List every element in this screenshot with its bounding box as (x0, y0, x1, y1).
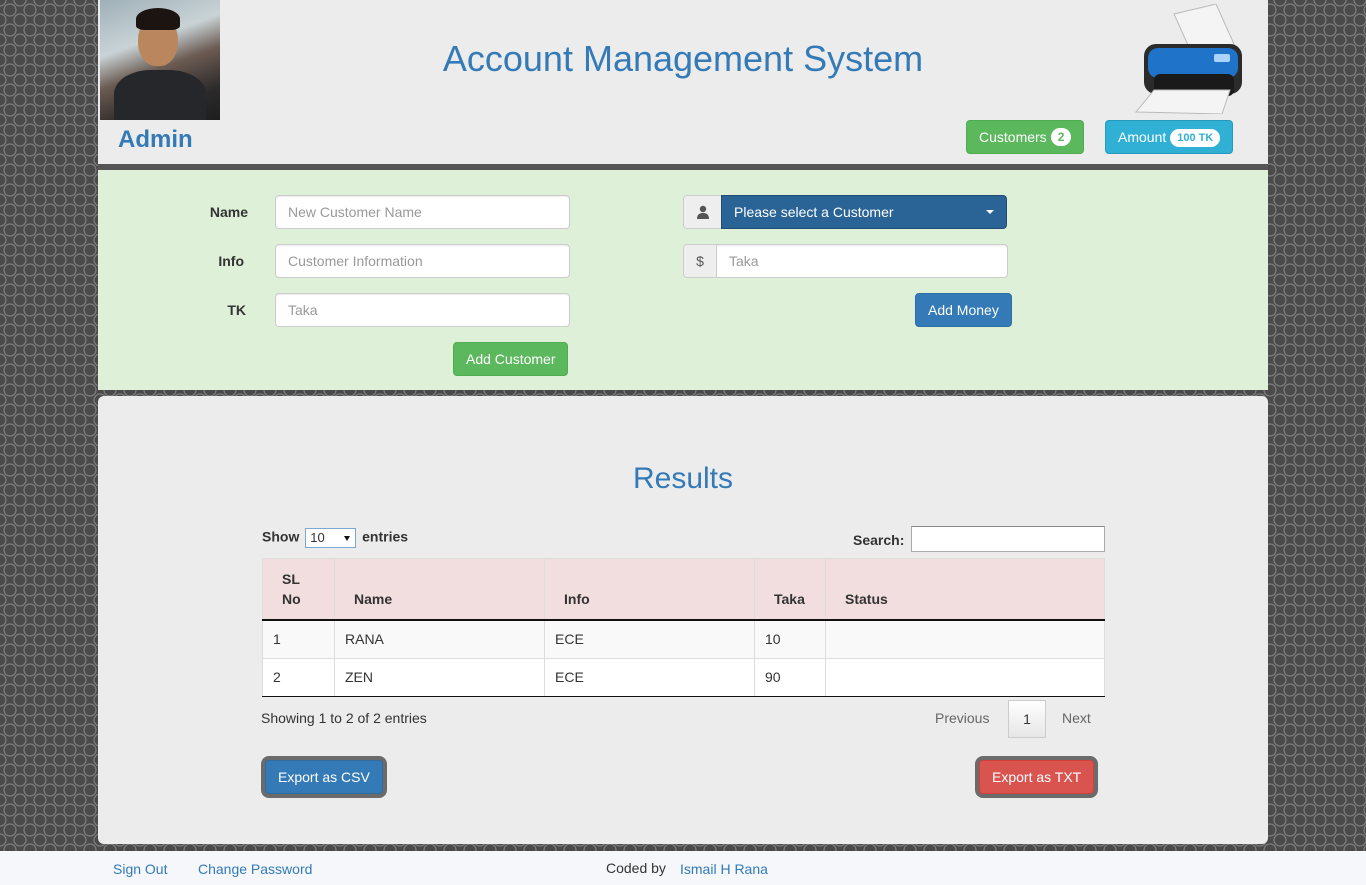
sign-out-link[interactable]: Sign Out (113, 861, 167, 877)
user-icon (683, 195, 722, 229)
search-label: Search: (853, 532, 905, 548)
change-password-link[interactable]: Change Password (198, 861, 312, 877)
table-info-text: Showing 1 to 2 of 2 entries (261, 710, 427, 726)
cell-sl: 2 (262, 657, 335, 697)
table-row: 2 ZEN ECE 90 (262, 657, 1105, 697)
page-size-select[interactable]: 10 (305, 528, 357, 548)
results-title: Results (632, 462, 734, 495)
cell-name: ZEN (334, 657, 545, 697)
export-txt-wrapper: Export as TXT (975, 756, 1099, 798)
search-input[interactable] (911, 526, 1105, 552)
customer-select[interactable]: Please select a Customer (721, 195, 1007, 229)
name-label: Name (209, 204, 248, 220)
page-size-control: Show 10 entries (262, 528, 408, 548)
customer-name-input[interactable] (275, 195, 570, 229)
header: Admin Account Management System Customer… (98, 0, 1268, 164)
add-customer-button[interactable]: Add Customer (453, 342, 569, 376)
taka-input[interactable] (275, 293, 570, 327)
results-table: SL No Name Info Taka Status 1 RANA ECE 1… (262, 558, 1105, 697)
cell-name: RANA (334, 619, 545, 659)
page-title: Account Management System (442, 38, 924, 79)
money-amount-input[interactable] (716, 244, 1008, 278)
cell-info: ECE (544, 657, 755, 697)
cell-taka: 90 (754, 657, 826, 697)
column-header-name[interactable]: Name (334, 558, 545, 621)
printer-icon[interactable] (1134, 4, 1250, 114)
add-money-button[interactable]: Add Money (915, 293, 1012, 327)
cell-status (825, 657, 1105, 697)
customer-form-panel: Name Info TK Add Customer Please select … (98, 170, 1268, 390)
amount-button[interactable]: Amount 100 TK (1105, 120, 1234, 154)
cell-sl: 1 (262, 619, 335, 659)
footer: Sign Out Change Password Coded by Ismail… (0, 851, 1366, 885)
cell-taka: 10 (754, 619, 826, 659)
customer-info-input[interactable] (275, 244, 570, 278)
dollar-icon: $ (683, 244, 717, 278)
user-label: Admin (118, 126, 193, 153)
author-link[interactable]: Ismail H Rana (680, 861, 768, 877)
customers-button[interactable]: Customers 2 (966, 120, 1085, 154)
info-label: Info (218, 253, 244, 269)
chevron-down-icon (986, 210, 994, 214)
column-header-sl[interactable]: SL No (262, 558, 335, 621)
previous-page-button[interactable]: Previous (935, 710, 989, 726)
export-csv-wrapper: Export as CSV (261, 756, 387, 798)
results-panel: Results Show 10 entries Search: SL No Na… (98, 396, 1268, 844)
customers-count-badge: 2 (1050, 128, 1072, 146)
export-csv-button[interactable]: Export as CSV (265, 760, 383, 794)
dropdown-arrow-icon (344, 536, 351, 541)
column-header-status[interactable]: Status (825, 558, 1105, 621)
export-txt-button[interactable]: Export as TXT (979, 760, 1095, 794)
amount-badge: 100 TK (1170, 129, 1221, 147)
coded-by-label: Coded by (606, 860, 666, 876)
cell-status (825, 619, 1105, 659)
cell-info: ECE (544, 619, 755, 659)
table-row: 1 RANA ECE 10 (262, 619, 1105, 659)
page-number-button[interactable]: 1 (1008, 700, 1046, 738)
column-header-info[interactable]: Info (544, 558, 755, 621)
next-page-button[interactable]: Next (1062, 710, 1091, 726)
column-header-taka[interactable]: Taka (754, 558, 826, 621)
tk-label: TK (227, 302, 246, 318)
